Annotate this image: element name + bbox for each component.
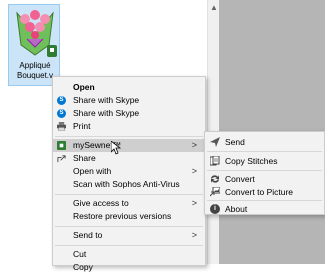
skype-icon: S <box>57 96 66 105</box>
submenu-separator <box>207 170 322 171</box>
submenu-separator <box>207 200 322 201</box>
context-menu: Open S Share with Skype S Share with Sky… <box>52 76 206 272</box>
submenu-item-convert[interactable]: Convert <box>205 172 324 186</box>
menu-separator <box>55 136 203 137</box>
skype-icon: S <box>57 109 66 118</box>
printer-icon <box>57 122 66 131</box>
submenu-separator <box>207 151 322 152</box>
menu-item-share[interactable]: Share <box>53 152 205 165</box>
convert-arrows-icon <box>211 175 219 183</box>
chevron-right-icon: > <box>191 140 197 150</box>
menu-item-open-with[interactable]: Open with > <box>53 165 205 178</box>
share-icon <box>57 155 66 163</box>
convert-picture-icon <box>210 187 220 197</box>
mysewnet-submenu: Send Copy Stitches Convert Convert to Pi… <box>204 131 325 215</box>
menu-item-print[interactable]: Print <box>53 120 205 133</box>
chevron-right-icon: > <box>191 230 197 240</box>
submenu-item-about[interactable]: i About <box>205 202 324 216</box>
chevron-right-icon: > <box>191 198 197 208</box>
menu-item-restore-versions[interactable]: Restore previous versions <box>53 210 205 223</box>
menu-item-scan-sophos[interactable]: Scan with Sophos Anti-Virus <box>53 178 205 191</box>
menu-item-send-to[interactable]: Send to > <box>53 229 205 242</box>
submenu-item-convert-picture[interactable]: Convert to Picture <box>205 185 324 199</box>
chevron-right-icon: > <box>191 166 197 176</box>
submenu-item-copy-stitches[interactable]: Copy Stitches <box>205 154 324 168</box>
menu-item-give-access[interactable]: Give access to > <box>53 197 205 210</box>
menu-item-cut[interactable]: Cut <box>53 248 205 261</box>
submenu-item-send[interactable]: Send <box>205 135 324 149</box>
menu-item-share-skype-1[interactable]: S Share with Skype <box>53 94 205 107</box>
info-icon: i <box>210 204 220 214</box>
menu-item-copy[interactable]: Copy <box>53 261 205 274</box>
menu-item-open[interactable]: Open <box>53 81 205 94</box>
send-icon <box>210 137 220 147</box>
mysewnet-icon <box>57 141 66 150</box>
menu-separator <box>55 194 203 195</box>
menu-item-mysewnet[interactable]: mySewnet™ > <box>53 139 205 152</box>
menu-separator <box>55 245 203 246</box>
menu-separator <box>55 226 203 227</box>
copy-stitches-icon <box>210 156 220 166</box>
bouquet-icon <box>16 10 57 57</box>
file-item-applique-bouquet[interactable]: Appliqué Bouquet.v <box>8 4 60 86</box>
menu-item-share-skype-2[interactable]: S Share with Skype <box>53 107 205 120</box>
mouse-cursor-icon <box>111 141 121 155</box>
